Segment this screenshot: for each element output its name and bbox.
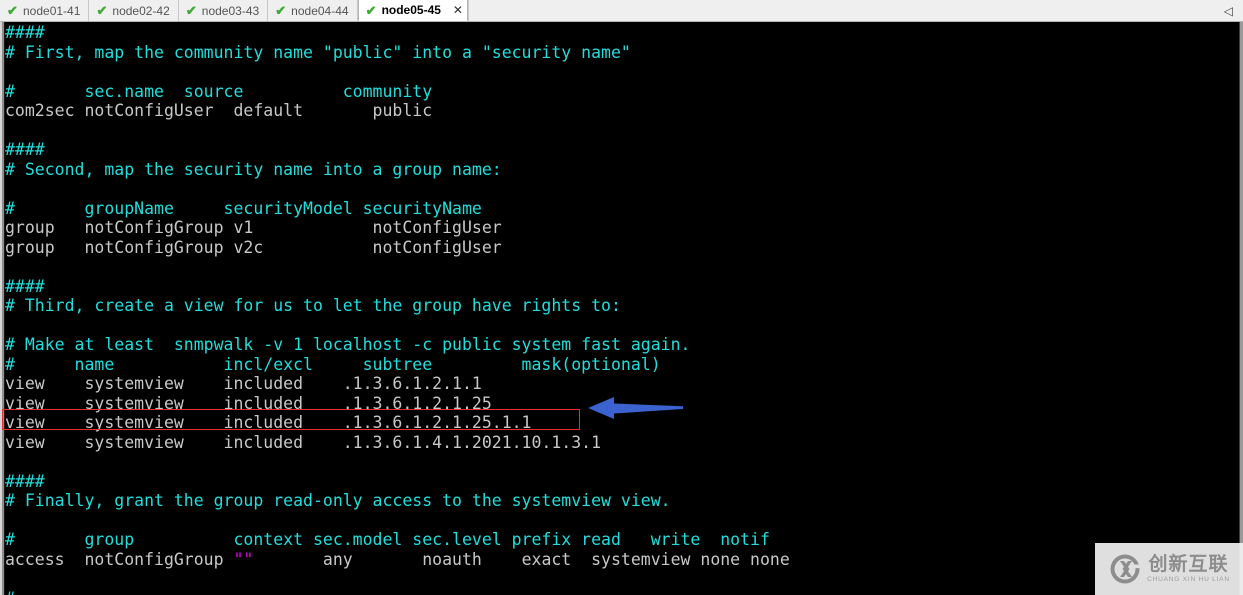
terminal-text: view systemview included .1.3.6.1.2.1.1 — [5, 374, 482, 393]
terminal-line — [5, 511, 1239, 531]
check-icon: ✔ — [96, 3, 108, 18]
tab-node02-42[interactable]: ✔ node02-42 — [89, 0, 179, 21]
terminal-text: view systemview included .1.3.6.1.2.1.25 — [5, 393, 492, 413]
terminal-line: # group context sec.model sec.level pref… — [5, 530, 1239, 550]
terminal-text: view systemview included .1.3.6.1.2.1.25… — [5, 413, 532, 432]
terminal-line — [5, 62, 1239, 82]
terminal-line — [5, 452, 1239, 472]
watermark-brand-pinyin: CHUANG XIN HU LIAN — [1147, 575, 1230, 583]
terminal-line — [5, 121, 1239, 141]
terminal-line: # Third, create a view for us to let the… — [5, 296, 1239, 316]
terminal-line: # groupName securityModel securityName — [5, 199, 1239, 219]
terminal-text: any noauth exact systemview none none — [253, 549, 790, 569]
terminal-line — [5, 257, 1239, 277]
check-icon: ✔ — [275, 3, 287, 18]
check-icon: ✔ — [185, 3, 197, 18]
terminal-line — [5, 179, 1239, 199]
terminal-text: group notConfigGroup v2c notConfigUser — [5, 237, 502, 257]
terminal-line: # sec.name source community — [5, 82, 1239, 102]
terminal-output[interactable]: #### # First, map the community name "pub… — [5, 22, 1239, 595]
terminal-comment: # First, map the community name "public"… — [5, 42, 631, 62]
terminal-quoted-context: "" — [233, 549, 254, 569]
terminal-line: view systemview included .1.3.6.1.2.1.1 — [5, 374, 1239, 394]
terminal-line: #### — [5, 472, 1239, 492]
terminal-line: view systemview included .1.3.6.1.2.1.25 — [5, 394, 1239, 414]
terminal-line: # --------------------------------------… — [5, 589, 1239, 595]
tab-label: node04-44 — [291, 3, 349, 18]
terminal-text: view systemview included .1.3.6.1.4.1.20… — [5, 432, 602, 452]
tab-bar-filler: ◁ — [467, 0, 1243, 21]
terminal-text: com2sec notConfigUser default public — [5, 101, 433, 120]
tab-label: node05-45 — [381, 3, 441, 17]
terminal-line: access notConfigGroup "" any noauth exac… — [5, 550, 1239, 570]
cx-circle-logo-icon — [1110, 554, 1141, 584]
right-scrollbar[interactable] — [1239, 22, 1243, 595]
tab-label: node02-42 — [112, 3, 170, 18]
terminal-line: #### — [5, 277, 1239, 297]
terminal-line: group notConfigGroup v1 notConfigUser — [5, 218, 1239, 238]
terminal-line — [5, 316, 1239, 336]
check-icon: ✔ — [365, 2, 377, 18]
terminal-comment: # group context sec.model sec.level pref… — [5, 530, 770, 549]
watermark-text: 创新互联 CHUANG XIN HU LIAN — [1147, 552, 1230, 584]
watermark-brand-cn: 创新互联 — [1148, 552, 1229, 575]
tab-node04-44[interactable]: ✔ node04-44 — [268, 0, 358, 21]
terminal-line: # name incl/excl subtree mask(optional) — [5, 355, 1239, 375]
tab-label: node03-43 — [201, 3, 260, 18]
terminal-comment: # --------------------------------------… — [5, 589, 750, 595]
terminal-panel: #### # First, map the community name "pub… — [0, 22, 1243, 595]
close-icon[interactable]: ✕ — [453, 3, 463, 17]
chevron-left-icon[interactable]: ◁ — [1224, 5, 1233, 17]
terminal-line: com2sec notConfigUser default public — [5, 101, 1239, 121]
terminal-line: view systemview included .1.3.6.1.2.1.25… — [5, 413, 1239, 433]
terminal-comment: #### — [5, 23, 45, 42]
tab-node05-45[interactable]: ✔ node05-45 ✕ — [357, 0, 468, 21]
terminal-line: view systemview included .1.3.6.1.4.1.20… — [5, 433, 1239, 453]
terminal-comment: # groupName securityModel securityName — [5, 198, 482, 218]
terminal-comment: #### — [5, 140, 45, 159]
terminal-line — [5, 569, 1239, 589]
terminal-line: group notConfigGroup v2c notConfigUser — [5, 238, 1239, 258]
terminal-comment: #### — [5, 276, 45, 296]
terminal-comment: # Third, create a view for us to let the… — [5, 296, 621, 315]
terminal-line: #### — [5, 23, 1239, 43]
terminal-text: access notConfigGroup — [5, 549, 234, 569]
terminal-line: # Second, map the security name into a g… — [5, 160, 1239, 180]
tab-label: node01-41 — [23, 3, 81, 18]
terminal-comment: # Make at least snmpwalk -v 1 localhost … — [5, 335, 691, 354]
terminal-comment: # name incl/excl subtree mask(optional) — [5, 354, 661, 374]
terminal-comment: # Second, map the security name into a g… — [5, 159, 502, 179]
check-icon: ✔ — [7, 3, 18, 18]
tab-node03-43[interactable]: ✔ node03-43 — [178, 0, 269, 21]
watermark: 创新互联 CHUANG XIN HU LIAN — [1095, 543, 1243, 595]
terminal-comment: # Finally, grant the group read-only acc… — [5, 491, 671, 510]
terminal-text: group notConfigGroup v1 notConfigUser — [5, 218, 502, 237]
terminal-line: # First, map the community name "public"… — [5, 43, 1239, 63]
terminal-line: # Make at least snmpwalk -v 1 localhost … — [5, 335, 1239, 355]
tab-node01-41[interactable]: ✔ node01-41 — [0, 0, 90, 21]
terminal-comment: #### — [5, 471, 45, 491]
tab-bar: ✔ node01-41 ✔ node02-42 ✔ node03-43 ✔ no… — [0, 0, 1243, 22]
terminal-line: # Finally, grant the group read-only acc… — [5, 491, 1239, 511]
terminal-comment: # sec.name source community — [5, 81, 433, 101]
terminal-line: #### — [5, 140, 1239, 160]
